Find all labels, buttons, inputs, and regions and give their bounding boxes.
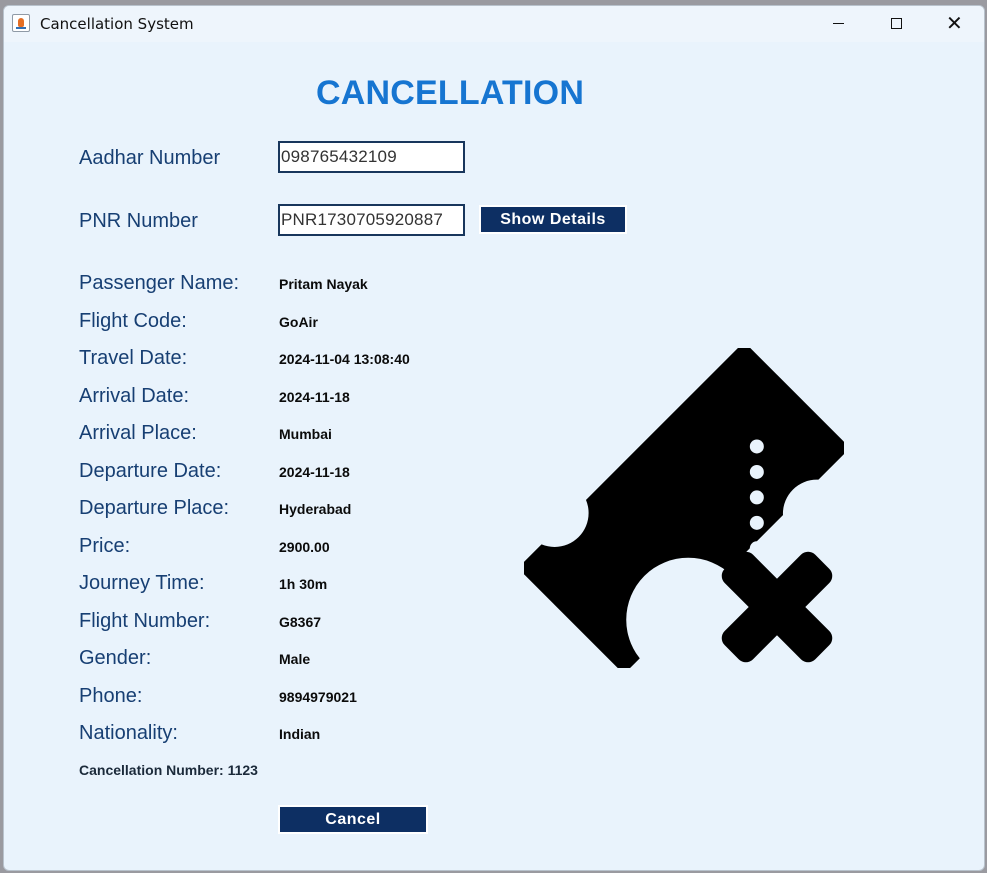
price-label: Price:	[79, 535, 131, 557]
maximize-button[interactable]	[867, 6, 925, 42]
departure-date-value: 2024-11-18	[279, 464, 350, 480]
arrival-place-label: Arrival Place:	[79, 422, 197, 444]
arrival-date-value: 2024-11-18	[279, 389, 350, 405]
arrival-place-value: Mumbai	[279, 426, 332, 442]
ticket-cancel-icon	[524, 348, 844, 668]
gender-value: Male	[279, 651, 311, 667]
pnr-label: PNR Number	[79, 210, 198, 232]
minimize-button[interactable]	[809, 6, 867, 42]
passenger-name-value: Pritam Nayak	[279, 276, 368, 292]
travel-date-label: Travel Date:	[79, 347, 188, 369]
aadhar-label: Aadhar Number	[79, 147, 221, 169]
cancellation-number: Cancellation Number: 1123	[79, 762, 258, 778]
passenger-name-label: Passenger Name:	[79, 272, 240, 294]
nationality-value: Indian	[279, 726, 321, 742]
flight-code-value: GoAir	[279, 314, 318, 330]
close-button[interactable]: ✕	[925, 6, 983, 42]
departure-date-label: Departure Date:	[79, 460, 222, 482]
minimize-icon	[833, 23, 844, 24]
phone-value: 9894979021	[279, 689, 357, 705]
phone-label: Phone:	[79, 685, 143, 707]
close-icon: ✕	[946, 13, 963, 35]
departure-place-label: Departure Place:	[79, 497, 230, 519]
arrival-date-label: Arrival Date:	[79, 385, 190, 407]
cancellation-window: Cancellation System ✕ CANCELLATION Aadha…	[3, 5, 985, 871]
show-details-button[interactable]: Show Details	[479, 205, 627, 234]
page-title: CANCELLATION	[316, 74, 585, 112]
window-title: Cancellation System	[40, 15, 194, 33]
flight-number-value: G8367	[279, 614, 322, 630]
maximize-icon	[891, 18, 902, 29]
flight-code-label: Flight Code:	[79, 310, 187, 332]
pnr-input[interactable]	[278, 204, 465, 236]
flight-number-label: Flight Number:	[79, 610, 211, 632]
title-bar: Cancellation System ✕	[4, 6, 984, 42]
journey-time-label: Journey Time:	[79, 572, 205, 594]
journey-time-value: 1h 30m	[279, 576, 328, 592]
gender-label: Gender:	[79, 647, 152, 669]
java-app-icon	[12, 14, 30, 32]
cancel-button[interactable]: Cancel	[278, 805, 428, 834]
aadhar-input[interactable]	[278, 141, 465, 173]
departure-place-value: Hyderabad	[279, 501, 352, 517]
price-value: 2900.00	[279, 539, 330, 555]
travel-date-value: 2024-11-04 13:08:40	[279, 351, 410, 367]
nationality-label: Nationality:	[79, 722, 178, 744]
